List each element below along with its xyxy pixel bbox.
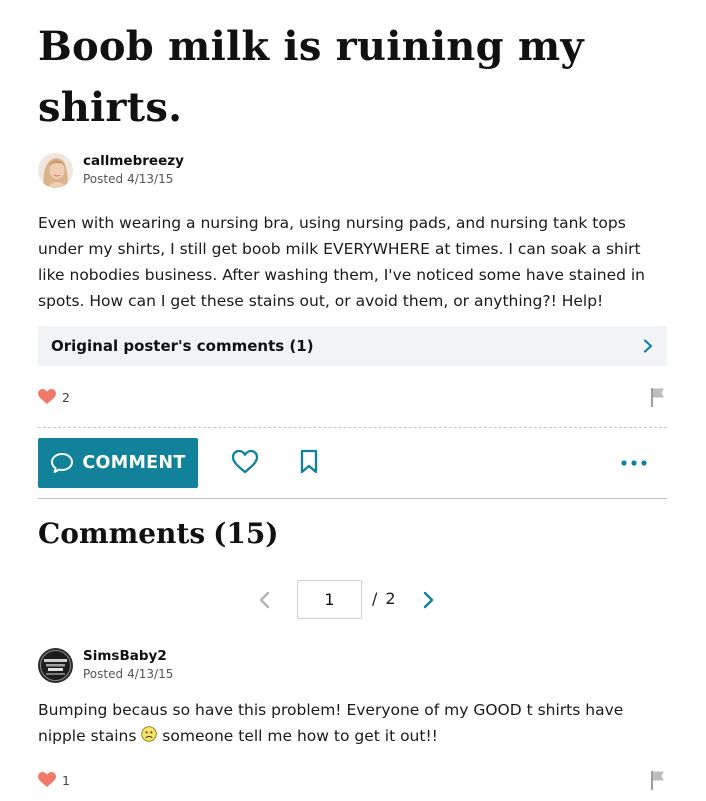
divider: [38, 498, 667, 499]
comment-author: SimsBaby2 Posted 4/13/15: [38, 645, 667, 685]
heart-icon: [38, 389, 56, 404]
avatar-photo: [38, 152, 73, 188]
posted-date: 4/13/15: [127, 667, 174, 681]
post-title: Boob milk is ruining my shirts.: [38, 23, 584, 131]
chevron-right-icon: [643, 339, 653, 353]
comment-reactions: 1: [38, 765, 667, 795]
comments-heading-label: Comments: [38, 517, 206, 550]
op-comments-toggle[interactable]: Original poster's comments (1): [38, 326, 667, 366]
op-comments-label: Original poster's comments (1): [51, 337, 314, 355]
post-body: Even with wearing a nursing bra, using n…: [38, 214, 646, 310]
comment-item: SimsBaby2 Posted 4/13/15 Bumping becaus …: [38, 645, 667, 795]
flag-icon[interactable]: [649, 387, 667, 407]
post-author: callmebreezy Posted 4/13/15: [38, 150, 667, 190]
chevron-left-icon[interactable]: [258, 591, 272, 609]
commenter-name[interactable]: SimsBaby2: [83, 647, 173, 666]
more-dots-icon[interactable]: [620, 459, 648, 467]
action-bar: COMMENT: [38, 438, 667, 488]
post-reactions: 2: [38, 382, 667, 412]
avatar-badge-image: [38, 647, 73, 683]
heart-icon[interactable]: [231, 449, 259, 475]
heart-icon: [38, 772, 56, 787]
posted-label: Posted: [83, 172, 124, 186]
page-total: / 2: [372, 589, 396, 608]
like-summary[interactable]: 2: [38, 389, 70, 405]
speech-bubble-icon: [51, 453, 74, 473]
comment-text-end: someone tell me how to get it out!!: [157, 727, 438, 745]
divider: [38, 427, 667, 428]
frowning-face-icon: [141, 726, 158, 742]
flag-icon[interactable]: [649, 770, 667, 790]
like-summary[interactable]: 1: [38, 772, 70, 788]
page-number-input[interactable]: [297, 580, 362, 619]
page-separator: /: [372, 589, 378, 608]
posted-date: 4/13/15: [127, 172, 174, 186]
comment-button[interactable]: COMMENT: [38, 438, 198, 488]
bookmark-icon[interactable]: [299, 449, 319, 475]
comments-heading: Comments (15): [38, 517, 667, 551]
avatar[interactable]: [38, 152, 73, 188]
comment-date: Posted 4/13/15: [83, 666, 173, 683]
post-page: Boob milk is ruining my shirts. callmebr…: [38, 0, 667, 790]
pagination: / 2: [38, 580, 667, 620]
comment-button-label: COMMENT: [82, 453, 186, 473]
author-name[interactable]: callmebreezy: [83, 152, 184, 171]
total-pages: 2: [385, 589, 396, 608]
like-count: 2: [62, 389, 70, 405]
comments-count: (15): [213, 517, 279, 550]
comment-body: Bumping becaus so have this problem! Eve…: [38, 697, 667, 749]
post-date: Posted 4/13/15: [83, 171, 184, 188]
avatar[interactable]: [38, 647, 73, 683]
posted-label: Posted: [83, 667, 124, 681]
chevron-right-icon[interactable]: [421, 591, 435, 609]
like-count: 1: [62, 772, 70, 788]
